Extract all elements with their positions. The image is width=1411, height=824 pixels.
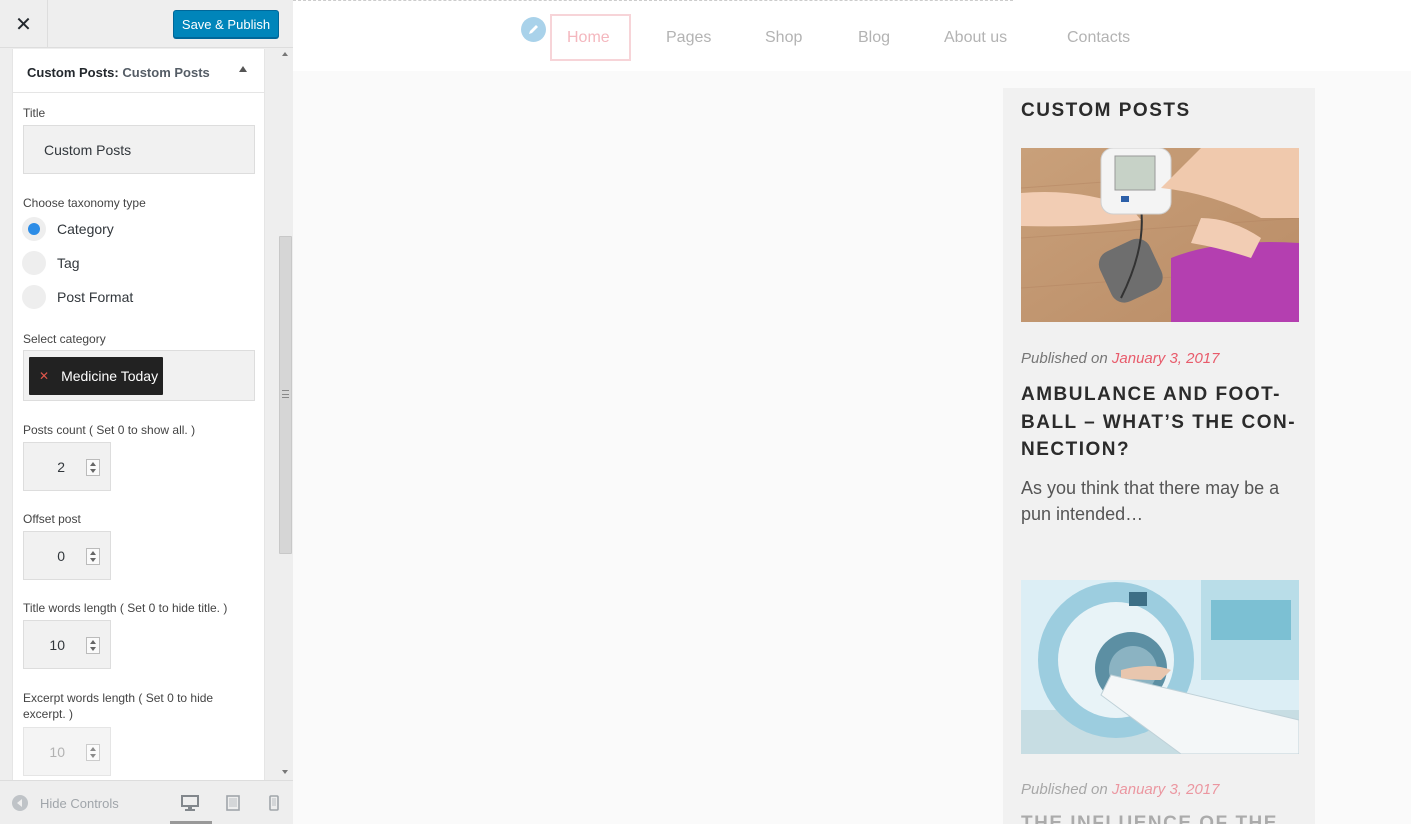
meta-prefix: Published on — [1021, 350, 1112, 367]
spin-down-icon[interactable] — [90, 647, 96, 651]
spin-down-icon[interactable] — [90, 558, 96, 562]
spin-up-icon[interactable] — [90, 640, 96, 644]
close-icon: ✕ — [15, 13, 32, 36]
post-date-link[interactable]: January 3, 2017 — [1112, 781, 1220, 798]
close-customizer-button[interactable]: ✕ — [0, 0, 48, 48]
scroll-thumb[interactable] — [279, 236, 292, 554]
site-navigation: Home Pages Shop Blog About us Contacts — [293, 0, 1411, 71]
widget-title: CUSTOM POSTS — [1021, 100, 1191, 121]
top-divider — [293, 0, 1013, 1]
spin-up-icon[interactable] — [90, 462, 96, 466]
tablet-icon[interactable] — [224, 795, 242, 811]
category-label: Select category — [23, 332, 106, 346]
excerpt-words-input[interactable]: 10 — [23, 727, 111, 776]
post-thumbnail-blood-pressure[interactable] — [1021, 148, 1299, 322]
taxonomy-radio-group: Category Tag Post Format — [22, 212, 254, 314]
scroll-down-icon[interactable] — [282, 770, 288, 774]
offset-input[interactable]: 0 — [23, 531, 111, 580]
save-publish-button[interactable]: Save & Publish — [173, 10, 279, 38]
radio-tag[interactable]: Tag — [22, 246, 254, 280]
excerpt-words-value: 10 — [49, 744, 65, 760]
post-meta: Published on January 3, 2017 — [1021, 781, 1219, 798]
nav-item-contacts[interactable]: Contacts — [1067, 29, 1130, 47]
title-label: Title — [23, 106, 46, 120]
customizer-footer: Hide Controls — [0, 780, 293, 824]
spin-up-icon[interactable] — [90, 747, 96, 751]
post-thumbnail-mri-scanner[interactable] — [1021, 580, 1299, 754]
remove-chip-icon[interactable]: ✕ — [39, 369, 49, 383]
widget-panel: Custom Posts: Custom Posts Title Custom … — [12, 49, 265, 780]
widget-header[interactable]: Custom Posts: Custom Posts — [13, 49, 264, 93]
scroll-grip-icon — [282, 390, 289, 398]
nav-item-pages[interactable]: Pages — [666, 29, 711, 47]
meta-prefix: Published on — [1021, 781, 1112, 798]
chip-label: Medicine Today — [61, 368, 159, 384]
radio-button[interactable] — [22, 285, 46, 309]
taxonomy-label: Choose taxonomy type — [23, 196, 146, 210]
nav-item-about-us[interactable]: About us — [944, 29, 1007, 47]
radio-label: Post Format — [57, 289, 134, 305]
sidebar-scrollbar[interactable] — [278, 48, 293, 780]
radio-label: Category — [57, 221, 114, 237]
widget-form: Title Custom Posts Choose taxonomy type … — [13, 106, 264, 776]
scroll-up-icon[interactable] — [282, 52, 288, 56]
number-spinner[interactable] — [86, 548, 100, 565]
posts-count-input[interactable]: 2 — [23, 442, 111, 491]
radio-category[interactable]: Category — [22, 212, 254, 246]
radio-post-format[interactable]: Post Format — [22, 280, 254, 314]
category-chip: ✕ Medicine Today — [29, 357, 163, 395]
edit-shortcut-button[interactable] — [521, 17, 546, 42]
post-title-link[interactable]: THE INFLUENCE OF THE — [1021, 813, 1278, 824]
post-excerpt: As you think that there may be a pun int… — [1021, 478, 1280, 524]
number-spinner[interactable] — [86, 459, 100, 476]
posts-count-value: 2 — [57, 459, 65, 475]
radio-label: Tag — [57, 255, 80, 271]
number-spinner[interactable] — [86, 637, 100, 654]
spin-down-icon[interactable] — [90, 754, 96, 758]
customizer-sidebar: ✕ Save & Publish Custom Posts: Custom Po… — [0, 0, 293, 824]
category-select[interactable]: ✕ Medicine Today — [23, 350, 255, 401]
title-words-label: Title words length ( Set 0 to hide title… — [23, 601, 228, 615]
nav-item-home[interactable]: Home — [567, 29, 610, 47]
pencil-icon — [529, 25, 538, 34]
widget-instance-title: Custom Posts — [122, 65, 210, 80]
hide-controls-button[interactable]: Hide Controls — [12, 795, 119, 811]
number-spinner[interactable] — [86, 744, 100, 761]
spin-down-icon[interactable] — [90, 469, 96, 473]
posts-count-label: Posts count ( Set 0 to show all. ) — [23, 423, 196, 437]
custom-posts-widget: CUSTOM POSTS Published on January 3, 201… — [1003, 88, 1315, 824]
collapse-arrow-icon[interactable] — [239, 66, 247, 72]
post-title-link[interactable]: AMBULANCE AND FOOT-BALL – WHAT’S THE CON… — [1021, 381, 1306, 464]
nav-item-shop[interactable]: Shop — [765, 29, 802, 47]
widget-type: Custom Posts: — [27, 65, 119, 80]
radio-dot — [28, 223, 40, 235]
mobile-icon[interactable] — [265, 795, 283, 811]
title-words-value: 10 — [49, 637, 65, 653]
title-input[interactable]: Custom Posts — [23, 125, 255, 174]
customizer-header: ✕ Save & Publish — [0, 0, 293, 48]
title-words-input[interactable]: 10 — [23, 620, 111, 669]
excerpt-words-label: Excerpt words length ( Set 0 to hide exc… — [23, 691, 214, 721]
site-preview: Home Pages Shop Blog About us Contacts C… — [293, 0, 1411, 824]
spin-up-icon[interactable] — [90, 551, 96, 555]
post-meta: Published on January 3, 2017 — [1021, 350, 1219, 367]
offset-label: Offset post — [23, 512, 81, 526]
post-date-link[interactable]: January 3, 2017 — [1112, 350, 1220, 367]
radio-button[interactable] — [22, 251, 46, 275]
nav-item-blog[interactable]: Blog — [858, 29, 890, 47]
collapse-sidebar-icon — [12, 795, 28, 811]
radio-button-checked[interactable] — [22, 217, 46, 241]
desktop-icon[interactable] — [181, 795, 199, 811]
offset-value: 0 — [57, 548, 65, 564]
hide-controls-label: Hide Controls — [40, 795, 119, 811]
